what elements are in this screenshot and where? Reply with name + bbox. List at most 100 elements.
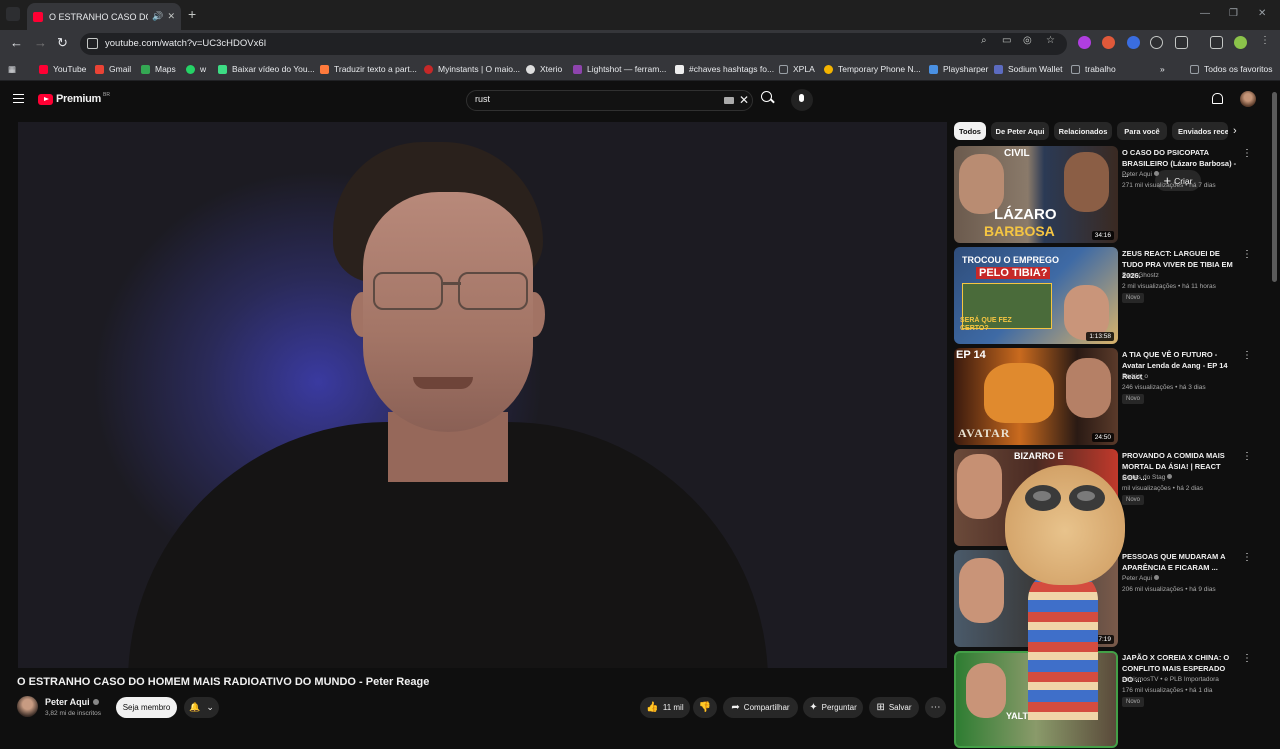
recommendation-stats: 2 mil visualizações • há 11 horas	[1122, 283, 1216, 290]
search-icon[interactable]	[761, 91, 772, 102]
maximize-icon[interactable]: ❐	[1229, 8, 1238, 19]
extension-fire-icon[interactable]	[1102, 36, 1115, 49]
more-vertical-icon[interactable]: ⋮	[1242, 653, 1252, 664]
reload-icon[interactable]: ↻	[57, 35, 68, 51]
thumbnail-person	[959, 154, 1004, 214]
video-thumbnail[interactable]: TROCOU O EMPREGO PELO TIBIA? SERÁ QUE FE…	[954, 247, 1118, 344]
thumbnail-person	[1066, 358, 1111, 418]
extension-download-icon[interactable]	[1078, 36, 1091, 49]
search-input[interactable]	[475, 94, 715, 104]
folder-icon	[779, 64, 788, 74]
all-bookmarks[interactable]: Todos os favoritos	[1190, 64, 1273, 74]
clear-search-icon[interactable]: ✕	[739, 93, 749, 107]
channel-avatar[interactable]	[17, 696, 38, 717]
bookmark-hashtags[interactable]: #chaves hashtags fo...	[675, 64, 774, 74]
keyboard-icon[interactable]	[724, 97, 734, 104]
bookmark-temporary-phone[interactable]: Temporary Phone N...	[824, 64, 921, 74]
new-tab-icon[interactable]: +	[188, 6, 196, 22]
more-vertical-icon[interactable]: ⋮	[1242, 451, 1252, 462]
bookmark-trabalho[interactable]: trabalho	[1071, 64, 1116, 74]
bookmark-maps[interactable]: Maps	[141, 64, 176, 74]
chevron-down-icon: ⌄	[206, 702, 214, 712]
bookmark-xpla[interactable]: XPLA	[779, 64, 815, 74]
page-scrollbar[interactable]	[1272, 92, 1277, 282]
subscription-bell-button[interactable]: 🔔 ⌄	[184, 697, 219, 718]
browser-tab-active[interactable]: O ESTRANHO CASO DO H 🔊 ✕	[27, 3, 181, 30]
close-tab-icon[interactable]: ✕	[167, 11, 175, 22]
bookmark-star-icon[interactable]: ☆	[1046, 35, 1055, 46]
video-player[interactable]	[18, 122, 947, 668]
profile-icon[interactable]	[1234, 36, 1247, 49]
notifications-bell-icon[interactable]	[1212, 93, 1223, 104]
thumbnail-person	[959, 558, 1004, 623]
bookmark-myinstants[interactable]: Myinstants | O maio...	[424, 64, 520, 74]
minimize-icon[interactable]: —	[1200, 8, 1210, 19]
save-button[interactable]: ⊞ Salvar	[869, 697, 919, 718]
address-bar[interactable]: youtube.com/watch?v=UC3cHDOVx6I	[80, 33, 1067, 55]
recommendation-item[interactable]: EP 14 AVATAR 24:50 A TIA QUE VÊ O FUTURO…	[954, 348, 1254, 446]
extensions-puzzle-icon[interactable]	[1175, 36, 1188, 49]
duration-badge: 1:13:58	[1086, 332, 1114, 341]
recommendation-item[interactable]: TROCOU O EMPREGO PELO TIBIA? SERÁ QUE FE…	[954, 247, 1254, 345]
chip-de-peter-aqui[interactable]: De Peter Aqui	[991, 122, 1049, 140]
forward-icon[interactable]: →	[34, 35, 47, 50]
bookmark-whatsapp[interactable]: w	[186, 64, 206, 74]
recommendation-stats: mil visualizações • há 2 dias	[1122, 485, 1204, 492]
bookmark-baixar-video[interactable]: Baixar vídeo do You...	[218, 64, 315, 74]
chip-relacionados[interactable]: Relacionados	[1054, 122, 1112, 140]
thumbnail-text: SERÁ QUE FEZ CERTO?	[960, 317, 1012, 332]
dislike-button[interactable]: 👎	[693, 697, 717, 718]
lightshot-icon	[573, 64, 582, 74]
more-vertical-icon[interactable]: ⋮	[1242, 350, 1252, 361]
tab-search-icon[interactable]	[6, 7, 20, 21]
recommendation-title[interactable]: PESSOAS QUE MUDARAM A APARÊNCIA E FICARA…	[1122, 551, 1238, 573]
extension-grammarly-icon[interactable]	[1150, 36, 1163, 49]
back-icon[interactable]: ←	[10, 35, 23, 50]
reading-list-icon[interactable]	[1210, 36, 1223, 49]
speaker-icon[interactable]: 🔊	[152, 11, 163, 22]
bookmark-traduzir[interactable]: Traduzir texto a part...	[320, 64, 417, 74]
join-button[interactable]: Seja membro	[116, 697, 177, 718]
video-thumbnail[interactable]: EP 14 AVATAR 24:50	[954, 348, 1118, 445]
apps-grid-icon[interactable]: ▦	[8, 64, 16, 75]
eye-off-icon[interactable]: ◎	[1023, 35, 1032, 46]
bookmarks-overflow-icon[interactable]: »	[1160, 64, 1165, 74]
recommendation-item[interactable]: CIVIL LÁZARO BARBOSA 34:16 O CASO DO PSI…	[954, 146, 1254, 244]
gmail-icon	[95, 64, 104, 74]
close-window-icon[interactable]: ✕	[1258, 8, 1266, 19]
share-button[interactable]: ➦ Compartilhar	[723, 697, 798, 718]
new-badge: Novo	[1122, 293, 1145, 303]
bell-icon: 🔔	[189, 702, 201, 712]
account-avatar[interactable]	[1240, 91, 1256, 107]
save-playlist-icon: ⊞	[876, 702, 885, 713]
browser-tab-strip: O ESTRANHO CASO DO H 🔊 ✕ + — ❐ ✕	[0, 0, 1280, 30]
zoom-icon[interactable]: ⌕	[981, 35, 987, 46]
youtube-premium-logo[interactable]: Premium BR	[38, 92, 110, 105]
video-thumbnail[interactable]: CIVIL LÁZARO BARBOSA 34:16	[954, 146, 1118, 243]
bookmark-playsharper[interactable]: Playsharper	[929, 64, 988, 74]
more-vertical-icon[interactable]: ⋮	[1242, 552, 1252, 563]
myinstants-icon	[424, 64, 433, 74]
cast-icon[interactable]: ▭	[1002, 35, 1011, 46]
chrome-menu-icon[interactable]: ⋮	[1260, 35, 1270, 46]
more-actions-button[interactable]: ⋯	[925, 697, 946, 718]
channel-name[interactable]: Peter Aqui	[45, 697, 99, 707]
bookmark-lightshot[interactable]: Lightshot — ferram...	[573, 64, 666, 74]
ask-button[interactable]: ✦ Perguntar	[803, 697, 863, 718]
extension-audio-icon[interactable]	[1127, 36, 1140, 49]
bookmark-sodium-wallet[interactable]: Sodium Wallet	[994, 64, 1062, 74]
more-vertical-icon[interactable]: ⋮	[1242, 249, 1252, 260]
bookmark-xterio[interactable]: Xterio	[526, 64, 562, 74]
hamburger-menu-icon[interactable]	[13, 94, 24, 103]
bookmark-youtube[interactable]: YouTube	[39, 64, 86, 74]
chip-enviados-recentemente[interactable]: Enviados recentemente	[1172, 122, 1228, 140]
bookmark-gmail[interactable]: Gmail	[95, 64, 131, 74]
more-vertical-icon[interactable]: ⋮	[1242, 148, 1252, 159]
chip-todos[interactable]: Todos	[954, 122, 986, 140]
microphone-icon[interactable]	[791, 89, 813, 111]
site-info-icon[interactable]	[87, 38, 98, 49]
chevron-right-icon[interactable]: ›	[1233, 125, 1237, 137]
browser-toolbar: ← → ↻ youtube.com/watch?v=UC3cHDOVx6I ⌕ …	[0, 30, 1280, 58]
like-button[interactable]: 👍 11 mil	[640, 697, 690, 718]
chip-para-voce[interactable]: Para você	[1117, 122, 1167, 140]
